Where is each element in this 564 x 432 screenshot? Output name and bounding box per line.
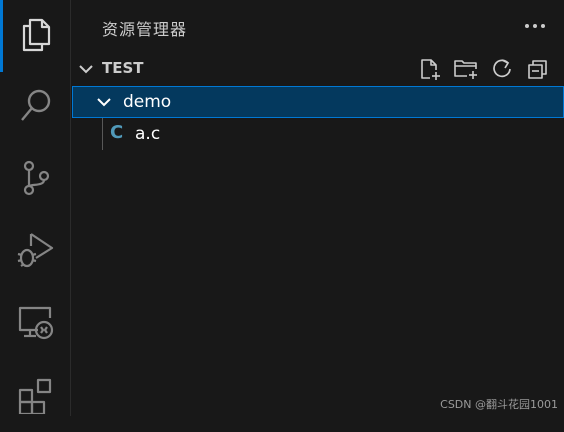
files-icon: [16, 14, 56, 58]
run-debug-button[interactable]: [0, 216, 71, 288]
explorer-button[interactable]: [0, 0, 71, 72]
refresh-icon[interactable]: [488, 56, 516, 82]
indent-guide: [102, 118, 103, 150]
source-control-icon: [16, 158, 56, 202]
remote-explorer-icon: [16, 302, 56, 346]
ellipsis-icon[interactable]: [522, 13, 548, 39]
extensions-icon: [16, 374, 56, 418]
source-control-button[interactable]: [0, 144, 71, 216]
tree-item-demo-folder[interactable]: demo: [72, 86, 564, 118]
extensions-button[interactable]: [0, 360, 71, 432]
sidebar-title: 资源管理器: [102, 20, 188, 39]
run-debug-icon: [16, 230, 56, 274]
remote-explorer-button[interactable]: [0, 288, 71, 360]
tree-item-a-c-file[interactable]: C a.c: [72, 118, 564, 150]
search-icon: [16, 86, 56, 130]
watermark: CSDN @翻斗花园1001: [440, 398, 558, 411]
workspace-title: TEST: [102, 59, 144, 77]
chevron-down-icon: [78, 61, 94, 77]
search-button[interactable]: [0, 72, 71, 144]
sidebar-header: 资源管理器: [72, 0, 564, 52]
workspace-section-header[interactable]: TEST: [72, 54, 564, 84]
file-label: a.c: [135, 124, 161, 144]
section-actions: [416, 56, 552, 82]
c-file-icon: C: [110, 122, 124, 143]
new-file-icon[interactable]: [416, 56, 444, 82]
activity-bar: [0, 0, 71, 416]
explorer-sidebar: 资源管理器 TEST demo C a.c: [72, 0, 564, 416]
new-folder-icon[interactable]: [452, 56, 480, 82]
folder-label: demo: [123, 92, 172, 112]
chevron-down-icon: [96, 94, 112, 110]
collapse-all-icon[interactable]: [524, 56, 552, 82]
